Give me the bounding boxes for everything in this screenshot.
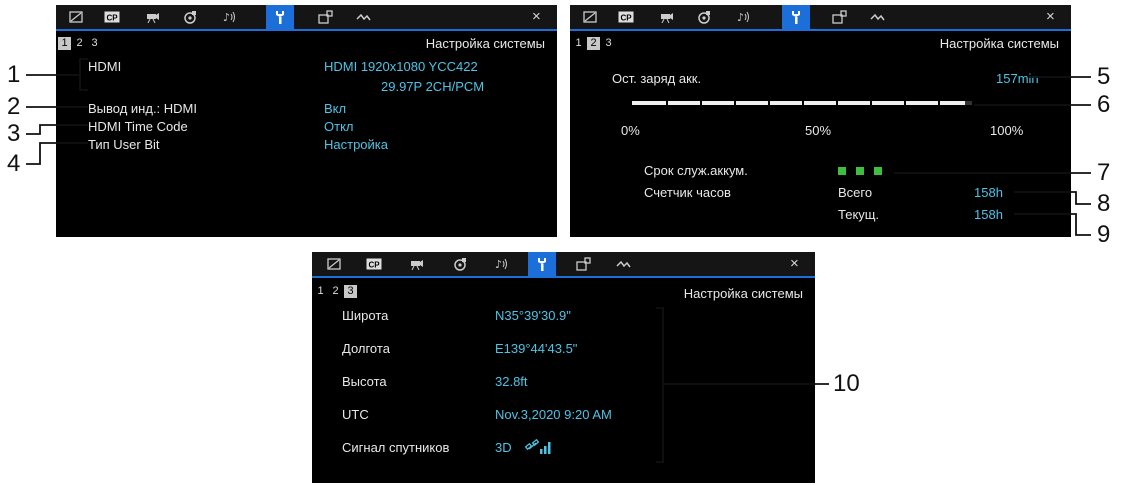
callout-10: 10 xyxy=(833,370,860,397)
callout-leader-lines xyxy=(26,58,1091,463)
callout-6: 6 xyxy=(1097,91,1111,118)
callout-5: 5 xyxy=(1097,63,1111,90)
callout-2: 2 xyxy=(7,93,21,120)
callout-1: 1 xyxy=(7,61,21,88)
callout-9: 9 xyxy=(1097,221,1111,248)
callout-3: 3 xyxy=(7,120,21,147)
callout-7: 7 xyxy=(1097,159,1111,186)
callout-8: 8 xyxy=(1097,190,1111,217)
callout-4: 4 xyxy=(7,150,21,177)
